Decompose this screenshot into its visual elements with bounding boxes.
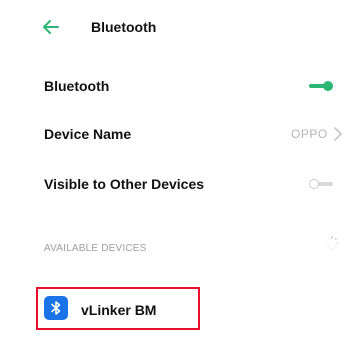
bluetooth-icon bbox=[44, 296, 68, 320]
toggle-knob bbox=[309, 179, 319, 189]
toggle-knob bbox=[323, 81, 333, 91]
bluetooth-toggle-row[interactable]: Bluetooth bbox=[0, 66, 354, 106]
chevron-right-icon bbox=[334, 127, 342, 141]
visibility-label: Visible to Other Devices bbox=[44, 176, 205, 192]
back-button[interactable] bbox=[38, 14, 64, 40]
visibility-toggle-row[interactable]: Visible to Other Devices bbox=[0, 164, 354, 204]
available-devices-header: AVAILABLE DEVICES bbox=[44, 243, 147, 254]
arrow-left-icon bbox=[43, 20, 59, 34]
top-bar: Bluetooth bbox=[0, 0, 354, 56]
page-title: Bluetooth bbox=[91, 19, 157, 35]
bluetooth-settings-screen: Bluetooth Bluetooth Device Name OPPO Vis… bbox=[0, 0, 354, 352]
bluetooth-label: Bluetooth bbox=[44, 78, 110, 94]
device-name: vLinker BM bbox=[81, 302, 157, 318]
visibility-toggle[interactable] bbox=[309, 179, 333, 189]
device-item-vlinker-bm[interactable]: vLinker BM bbox=[36, 287, 200, 330]
loading-spinner-icon bbox=[325, 236, 339, 250]
device-name-label: Device Name bbox=[44, 126, 132, 142]
bluetooth-toggle[interactable] bbox=[309, 81, 333, 91]
device-name-value: OPPO bbox=[291, 127, 328, 141]
device-name-row[interactable]: Device Name OPPO bbox=[0, 114, 354, 154]
